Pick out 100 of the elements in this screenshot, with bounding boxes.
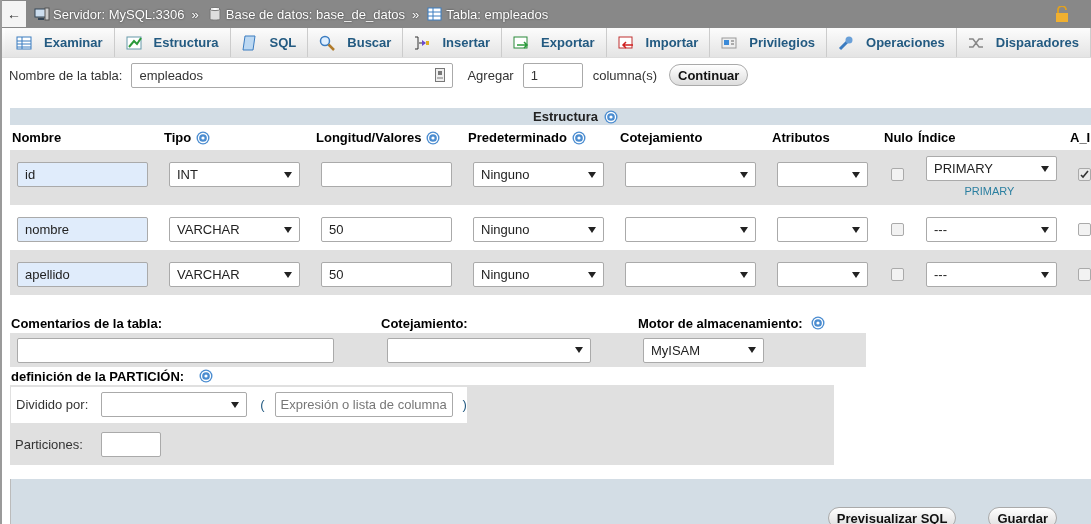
export-icon — [513, 34, 530, 51]
column-name-field[interactable]: apellido — [17, 262, 148, 287]
help-icon[interactable] — [199, 369, 214, 383]
id-card-icon — [721, 34, 738, 51]
lock-icon[interactable] — [1055, 6, 1069, 22]
auto-increment-checkbox[interactable] — [1078, 223, 1091, 236]
caret-icon — [740, 270, 748, 279]
null-checkbox[interactable] — [891, 168, 904, 181]
structure-icon — [125, 34, 142, 51]
collation-select[interactable] — [625, 217, 756, 242]
columns-label: columna(s) — [592, 67, 657, 83]
search-icon — [319, 34, 336, 51]
attributes-select[interactable] — [777, 262, 868, 287]
add-label: Agregar — [467, 67, 514, 83]
continue-button[interactable]: Continuar — [669, 64, 749, 86]
collation-select[interactable] — [387, 337, 591, 363]
engine-label: Motor de almacenamiento: — [638, 315, 803, 331]
comments-label: Comentarios de la tabla: — [11, 315, 163, 331]
caret-icon — [852, 270, 860, 279]
column-header: A_I — [1070, 130, 1091, 145]
column-header: Atributos — [772, 130, 830, 145]
index-select[interactable]: --- — [926, 217, 1057, 242]
insert-icon — [414, 34, 431, 51]
caret-icon — [575, 346, 583, 354]
attributes-select[interactable] — [777, 162, 868, 187]
default-select[interactable]: Ninguno — [473, 162, 604, 187]
database-icon — [206, 6, 223, 22]
length-field[interactable]: 50 — [321, 262, 452, 287]
breadcrumb-separator: » — [191, 6, 199, 22]
help-icon[interactable] — [426, 130, 441, 145]
null-checkbox[interactable] — [891, 223, 904, 236]
column-header: Nombre — [12, 130, 62, 145]
auto-increment-checkbox[interactable] — [1078, 168, 1091, 181]
caret-icon — [748, 346, 756, 354]
server-icon — [34, 6, 50, 22]
structure-title: Estructura — [533, 109, 598, 124]
divided-by-label: Dividido por: — [16, 397, 89, 413]
column-header: Cotejamiento — [620, 130, 703, 145]
index-note: PRIMARY — [964, 185, 1015, 197]
document-icon — [241, 34, 258, 51]
table-icon — [16, 34, 32, 51]
column-name-field[interactable]: id — [17, 162, 148, 187]
column-header: Nulo — [884, 130, 913, 145]
index-select[interactable]: PRIMARY — [926, 156, 1057, 181]
table-icon — [427, 6, 444, 22]
table-name-field[interactable]: empleados — [131, 62, 454, 88]
type-select[interactable]: INT — [169, 162, 300, 187]
caret-icon — [1041, 164, 1049, 173]
caret-icon — [284, 170, 292, 179]
column-name-field[interactable]: nombre — [17, 217, 148, 242]
default-select[interactable]: Ninguno — [473, 217, 604, 242]
caret-icon — [231, 400, 240, 409]
save-button[interactable]: Guardar — [988, 507, 1057, 524]
auto-increment-checkbox[interactable] — [1078, 268, 1091, 281]
caret-icon — [740, 170, 748, 179]
help-icon[interactable] — [604, 109, 618, 124]
breadcrumb-link[interactable]: Tabla: empleados — [446, 6, 549, 22]
collation-label: Cotejamiento: — [381, 315, 469, 331]
type-select[interactable]: VARCHAR — [169, 262, 300, 287]
import-icon — [617, 34, 634, 51]
column-header: Predeterminado — [468, 130, 567, 145]
help-icon[interactable] — [196, 130, 211, 145]
partitions-field[interactable] — [100, 431, 161, 457]
column-header: Índice — [918, 130, 956, 145]
breadcrumb-link[interactable]: Base de datos: base_de_datos — [225, 6, 405, 22]
back-button[interactable]: ← — [2, 1, 26, 27]
expression-field[interactable]: Expresión o lista de columna — [274, 392, 453, 418]
collation-select[interactable] — [625, 262, 756, 287]
close-paren: ) — [462, 397, 467, 413]
caret-icon — [588, 225, 596, 234]
caret-icon — [1041, 270, 1049, 279]
caret-icon — [852, 170, 860, 179]
length-field[interactable] — [321, 162, 452, 187]
length-field[interactable]: 50 — [321, 217, 452, 242]
help-icon[interactable] — [572, 130, 586, 145]
table-name-label: Nombre de la tabla: — [9, 67, 123, 83]
breadcrumb-separator: » — [412, 6, 420, 22]
help-icon[interactable] — [810, 316, 825, 330]
partition-title: definición de la PARTICIÓN: — [11, 368, 185, 384]
caret-icon — [284, 270, 292, 279]
column-header: Longitud/Valores — [316, 130, 422, 145]
field-icon — [435, 68, 446, 82]
null-checkbox[interactable] — [891, 268, 904, 281]
comments-field[interactable] — [17, 337, 334, 363]
caret-icon — [740, 225, 748, 234]
open-paren: ( — [260, 397, 265, 413]
partitions-label: Particiones: — [15, 436, 83, 452]
attributes-select[interactable] — [777, 217, 868, 242]
caret-icon — [1041, 225, 1049, 234]
breadcrumb-link[interactable]: Servidor: MySQL:3306 — [53, 6, 185, 22]
caret-icon — [852, 225, 860, 234]
column-count-field[interactable]: 1 — [522, 62, 583, 88]
partition-type-select[interactable] — [101, 392, 248, 418]
collation-select[interactable] — [625, 162, 756, 187]
caret-icon — [284, 225, 292, 234]
index-select[interactable]: --- — [926, 262, 1057, 287]
caret-icon — [588, 270, 596, 279]
default-select[interactable]: Ninguno — [473, 262, 604, 287]
engine-select[interactable]: MyISAM — [643, 337, 764, 363]
type-select[interactable]: VARCHAR — [169, 217, 300, 242]
